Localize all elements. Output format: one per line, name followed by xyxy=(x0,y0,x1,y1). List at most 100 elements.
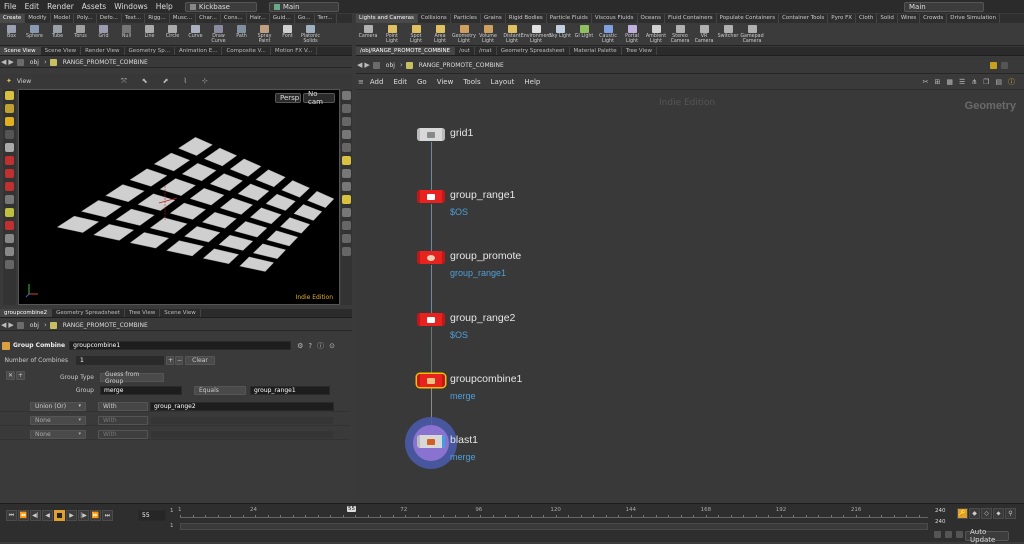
tab-mat[interactable]: /mat xyxy=(475,47,497,55)
clear-button[interactable]: Clear xyxy=(185,356,215,365)
key-remove-icon[interactable]: ◇ xyxy=(981,508,992,519)
snap-icon[interactable]: ⌇ xyxy=(183,77,186,85)
light-icon[interactable] xyxy=(342,117,351,126)
network-menu-icon[interactable]: ≡ xyxy=(358,78,364,86)
node-name-label[interactable]: group_range2 xyxy=(450,312,515,324)
tool-platonic-solids[interactable]: Platonic Solids xyxy=(299,23,322,45)
network-info-icon[interactable] xyxy=(1001,61,1008,69)
add-multiparm-button[interactable]: + xyxy=(166,356,174,365)
display-flag[interactable] xyxy=(442,128,445,141)
3d-viewport[interactable]: Persp No cam Indie Edition xyxy=(18,89,340,305)
pin-icon[interactable]: ⊙ xyxy=(329,342,335,350)
shelf-tab-particle-fluids[interactable]: Particle Fluids xyxy=(547,14,592,23)
auto-update-menu[interactable]: Auto Update xyxy=(965,528,1009,544)
guide-icon[interactable] xyxy=(5,260,14,269)
shelf-tab-go[interactable]: Go... xyxy=(295,14,315,23)
menu-assets[interactable]: Assets xyxy=(78,2,110,11)
shelf-tab-populate-containers[interactable]: Populate Containers xyxy=(717,14,780,23)
tool-tube[interactable]: Tube xyxy=(46,23,69,45)
tool-vr-camera[interactable]: VR Camera xyxy=(692,23,716,45)
path-node[interactable]: RANGE_PROMOTE_COMBINE xyxy=(415,62,508,69)
tool-sky-light[interactable]: Sky Light xyxy=(548,23,572,45)
template-icon[interactable] xyxy=(342,208,351,217)
tab-tree-view[interactable]: Tree View xyxy=(125,309,161,317)
shelf-tab-model[interactable]: Model xyxy=(51,14,75,23)
tab-geometry-spreadsheet[interactable]: Geometry Spreadsheet xyxy=(497,47,570,55)
shelf-tab-poly[interactable]: Poly... xyxy=(74,14,97,23)
secure-selection-icon[interactable]: ⬈ xyxy=(163,77,169,85)
shelf-tab-collisions[interactable]: Collisions xyxy=(418,14,451,23)
numbers-icon[interactable] xyxy=(342,247,351,256)
shelf-tab-grains[interactable]: Grains xyxy=(481,14,506,23)
shelf-tab-wires[interactable]: Wires xyxy=(898,14,921,23)
remove-multiparm-button[interactable]: − xyxy=(175,356,183,365)
bypass-flag[interactable] xyxy=(417,190,420,203)
tab-groupcombine2[interactable]: groupcombine2 xyxy=(0,309,53,317)
current-frame-marker[interactable]: 55 xyxy=(347,506,356,512)
pointer-icon[interactable] xyxy=(5,143,14,152)
shaded-icon[interactable] xyxy=(342,195,351,204)
menu-render[interactable]: Render xyxy=(43,2,78,11)
shelf-tab-terr[interactable]: Terr... xyxy=(315,14,337,23)
status-icon-1[interactable] xyxy=(934,531,941,538)
display-icon[interactable] xyxy=(342,104,351,113)
shelf-tab-fluid-containers[interactable]: Fluid Containers xyxy=(665,14,717,23)
menu-help[interactable]: Help xyxy=(152,2,177,11)
tool-font[interactable]: Font xyxy=(276,23,299,45)
play-icon[interactable]: ▶ xyxy=(66,510,77,521)
tool-torus[interactable]: Torus xyxy=(69,23,92,45)
tools-icon[interactable]: ✂ xyxy=(923,78,929,86)
node-blast1[interactable] xyxy=(417,435,445,448)
range-slider[interactable] xyxy=(180,523,928,530)
menu-windows[interactable]: Windows xyxy=(110,2,151,11)
tool-switcher[interactable]: Switcher xyxy=(716,23,740,45)
frame-ruler[interactable]: 1 24 55 72 96 120 144 168 192 216 xyxy=(178,506,928,518)
camera-icon[interactable] xyxy=(342,130,351,139)
group-type-menu[interactable]: Guess from Group xyxy=(100,371,164,385)
step-back-icon[interactable]: ◀| xyxy=(30,510,41,521)
num-combines-field[interactable]: 1 xyxy=(76,356,164,365)
bypass-flag[interactable] xyxy=(417,313,420,326)
shelf-tab-guid[interactable]: Guid... xyxy=(270,14,295,23)
tool-circle[interactable]: Circle xyxy=(161,23,184,45)
info-icon[interactable]: ⓘ xyxy=(1008,77,1015,87)
points-display-icon[interactable] xyxy=(342,156,351,165)
shelf-tab-defo[interactable]: Defo... xyxy=(97,14,122,23)
node-group-range2[interactable] xyxy=(417,313,445,326)
tool-environment-light[interactable]: Environment Light xyxy=(521,23,551,45)
path-node[interactable]: RANGE_PROMOTE_COMBINE xyxy=(59,59,152,66)
tool-spray-paint[interactable]: Spray Paint xyxy=(253,23,276,45)
status-icon-2[interactable] xyxy=(945,531,952,538)
step-back-key-icon[interactable]: ⏪ xyxy=(18,510,29,521)
stack-icon[interactable]: ❐ xyxy=(983,78,989,86)
select-tool-icon[interactable]: ⬉ xyxy=(142,77,148,85)
select-tool-icon[interactable] xyxy=(5,91,14,100)
shelf-tab-modify[interactable]: Modify xyxy=(25,14,51,23)
menu-tools[interactable]: Tools xyxy=(458,78,485,86)
move-tool-icon[interactable] xyxy=(5,104,14,113)
step-forward-icon[interactable]: |▶ xyxy=(78,510,89,521)
tab-material-palette[interactable]: Material Palette xyxy=(570,47,622,55)
forward-arrow-icon[interactable]: ▶ xyxy=(364,61,369,69)
status-icon-3[interactable] xyxy=(956,531,963,538)
bypass-flag[interactable] xyxy=(417,128,420,141)
current-frame-field[interactable]: 55 xyxy=(138,510,166,521)
paint-icon[interactable] xyxy=(5,247,14,256)
tool-stereo-camera[interactable]: Stereo Camera xyxy=(668,23,692,45)
menu-add[interactable]: Add xyxy=(365,78,389,86)
menu-view[interactable]: View xyxy=(432,78,459,86)
tab-composite-v[interactable]: Composite V... xyxy=(222,47,271,55)
right-workspace-selector[interactable]: Main xyxy=(904,1,984,12)
tool-point-light[interactable]: Point Light xyxy=(380,23,404,45)
with-toggle[interactable]: With xyxy=(98,401,148,411)
group-field[interactable]: merge xyxy=(100,386,182,395)
tab-animation-e[interactable]: Animation E... xyxy=(175,47,223,55)
shelf-tab-solid[interactable]: Solid xyxy=(877,14,898,23)
pose-tool-icon[interactable] xyxy=(5,130,14,139)
display-flag[interactable] xyxy=(442,374,445,387)
shelf-tab-pyro-fx[interactable]: Pyro FX xyxy=(828,14,857,23)
node-name-label[interactable]: blast1 xyxy=(450,434,478,446)
list-icon[interactable]: ☰ xyxy=(959,78,965,86)
node-groupcombine1[interactable] xyxy=(417,374,445,387)
tool-geometry-light[interactable]: Geometry Light xyxy=(452,23,476,45)
